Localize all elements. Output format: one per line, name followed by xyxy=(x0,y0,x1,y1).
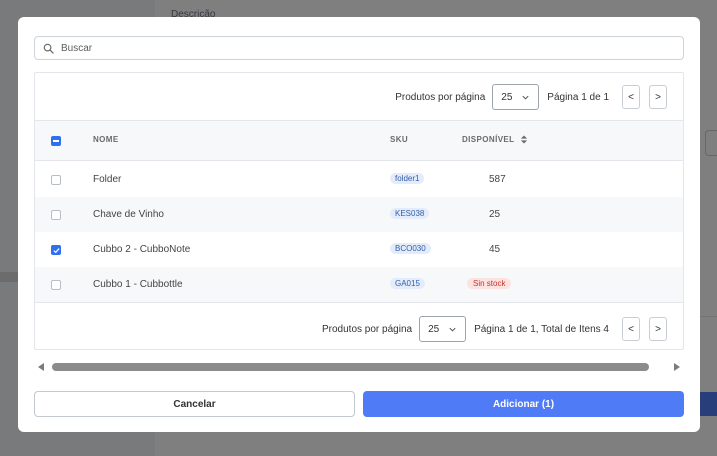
table-header: NOME SKU DISPONÍVEL xyxy=(35,120,683,161)
check-icon xyxy=(53,248,60,254)
product-name: Chave de Vinho xyxy=(93,209,164,220)
page-info: Página 1 de 1 xyxy=(547,91,609,103)
available-quantity: 25 xyxy=(489,209,501,220)
scroll-right-icon[interactable] xyxy=(674,363,680,371)
products-table: Produtos por página 25 Página 1 de 1 < >… xyxy=(34,72,684,350)
per-page-label: Produtos por página xyxy=(322,323,413,335)
row-checkbox[interactable] xyxy=(51,280,61,290)
prev-page-button[interactable]: < xyxy=(622,317,640,341)
product-name: Cubbo 1 - Cubbottle xyxy=(93,279,183,290)
select-all-checkbox[interactable] xyxy=(51,136,61,146)
scrollbar-thumb[interactable] xyxy=(52,363,649,371)
column-header-nome: NOME xyxy=(93,135,119,144)
per-page-value: 25 xyxy=(501,91,513,103)
cancel-button[interactable]: Cancelar xyxy=(34,391,355,417)
sku-badge: GA015 xyxy=(390,278,425,289)
scroll-left-icon[interactable] xyxy=(38,363,44,371)
prev-page-button[interactable]: < xyxy=(622,85,640,109)
per-page-value: 25 xyxy=(428,323,440,335)
per-page-label: Produtos por página xyxy=(395,91,486,103)
product-picker-modal: Produtos por página 25 Página 1 de 1 < >… xyxy=(18,17,700,432)
table-row[interactable]: Chave de Vinho KES038 25 xyxy=(35,197,683,232)
row-checkbox[interactable] xyxy=(51,210,61,220)
table-row[interactable]: Cubbo 2 - CubboNote BCO030 45 xyxy=(35,232,683,267)
product-name: Folder xyxy=(93,174,122,185)
column-header-disponivel[interactable]: DISPONÍVEL xyxy=(462,135,528,144)
chevron-down-icon xyxy=(522,95,529,100)
pagination-top: Produtos por página 25 Página 1 de 1 < > xyxy=(395,83,667,111)
sku-badge: BCO030 xyxy=(390,243,431,254)
column-header-sku: SKU xyxy=(390,135,409,144)
search-box[interactable] xyxy=(34,36,684,60)
next-page-button[interactable]: > xyxy=(649,317,667,341)
sku-badge: folder1 xyxy=(390,173,425,184)
sort-icon xyxy=(521,135,528,144)
product-name: Cubbo 2 - CubboNote xyxy=(93,244,191,255)
search-icon xyxy=(43,43,54,54)
next-page-button[interactable]: > xyxy=(649,85,667,109)
page-info: Página 1 de 1, Total de Itens 4 xyxy=(474,323,609,335)
pagination-bottom: Produtos por página 25 Página 1 de 1, To… xyxy=(322,315,667,343)
horizontal-scrollbar[interactable] xyxy=(36,361,682,375)
no-stock-badge: Sin stock xyxy=(467,278,512,289)
row-checkbox[interactable] xyxy=(51,175,61,185)
table-row[interactable]: Cubbo 1 - Cubbottle GA015 Sin stock xyxy=(35,267,683,302)
row-checkbox[interactable] xyxy=(51,245,61,255)
add-button[interactable]: Adicionar (1) xyxy=(363,391,684,417)
table-row[interactable]: Folder folder1 587 xyxy=(35,162,683,197)
table-footer-divider xyxy=(35,302,683,303)
search-input[interactable] xyxy=(61,42,661,54)
available-quantity: 587 xyxy=(489,174,506,185)
column-header-disponivel-label: DISPONÍVEL xyxy=(462,135,515,144)
per-page-select[interactable]: 25 xyxy=(492,84,540,110)
per-page-select[interactable]: 25 xyxy=(419,316,467,342)
available-quantity: 45 xyxy=(489,244,501,255)
chevron-down-icon xyxy=(449,327,456,332)
sku-badge: KES038 xyxy=(390,208,430,219)
